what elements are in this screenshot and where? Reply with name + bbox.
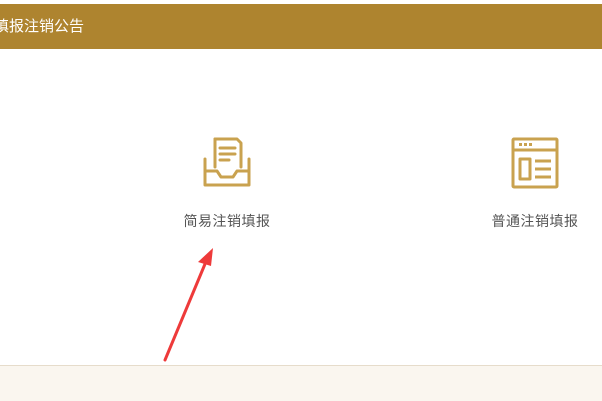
normal-deregistration-label: 普通注销填报 <box>491 214 579 230</box>
page: 填报注销公告 简易注销填报 普通注销填报 <box>0 0 602 401</box>
normal-deregistration-option[interactable]: 普通注销填报 <box>465 137 602 231</box>
page-header: 填报注销公告 <box>0 4 602 49</box>
page-title: 填报注销公告 <box>0 17 85 35</box>
simple-deregistration-option[interactable]: 简易注销填报 <box>157 137 297 231</box>
simple-deregistration-label: 简易注销填报 <box>183 214 271 230</box>
content-area: 简易注销填报 普通注销填报 <box>0 49 602 365</box>
footer-bar <box>0 365 602 401</box>
inbox-tray-icon <box>203 137 251 187</box>
document-form-icon <box>511 137 559 189</box>
